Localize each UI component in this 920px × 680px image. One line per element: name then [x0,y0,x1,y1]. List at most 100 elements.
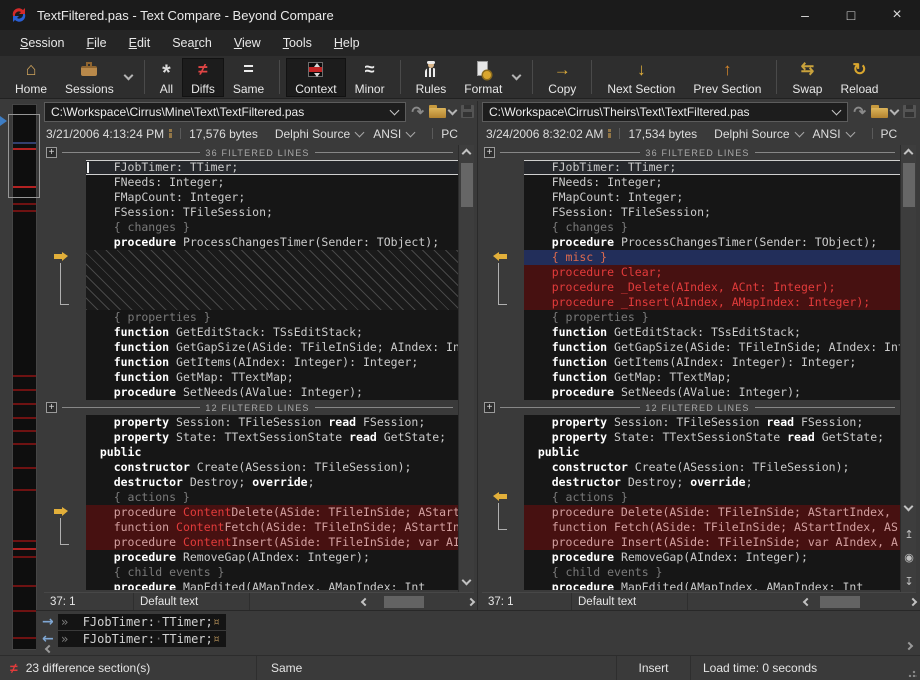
right-horizontal-scrollbar[interactable] [804,593,916,610]
code-line[interactable]: procedure ProcessChangesTimer(Sender: TO… [524,235,900,250]
code-line[interactable]: destructor Destroy; override; [86,475,458,490]
code-line[interactable]: procedure Delete(ASide: TFileInSide; ASt… [524,505,900,520]
code-line[interactable]: FMapCount: Integer; [86,190,458,205]
code-line[interactable]: FSession: TFileSession; [86,205,458,220]
encoding-select[interactable]: ANSI [373,127,401,141]
diff-mark[interactable] [13,417,36,419]
toolbar-context-button[interactable]: Context [286,58,345,97]
diff-mark[interactable] [13,403,36,405]
code-line[interactable]: procedure Insert(ASide: TFileInSide; var… [524,535,900,550]
detail-scroll-right-icon[interactable] [905,642,913,650]
code-line[interactable]: { properties } [86,310,458,325]
chevron-down-icon[interactable] [890,106,900,116]
code-line[interactable]: { changes } [524,220,900,235]
menu-item-help[interactable]: Help [323,33,371,53]
copy-section-right-arrow-icon[interactable] [54,507,69,516]
code-line[interactable]: { properties } [524,310,900,325]
diff-mark[interactable] [13,375,36,377]
left-horizontal-scrollbar[interactable] [362,593,474,610]
left-file-pane[interactable]: +36 FILTERED LINES FJobTimer: TTimer; FN… [44,145,458,592]
resize-grip[interactable] [908,668,917,677]
code-line[interactable]: property Session: TFileSession read FSes… [86,415,458,430]
diff-mark[interactable] [13,548,36,550]
code-line[interactable]: procedure _Insert(AIndex, AMapIndex: Int… [524,295,900,310]
code-line[interactable]: { actions } [86,490,458,505]
code-line[interactable]: property Session: TFileSession read FSes… [524,415,900,430]
diff-mark[interactable] [13,389,36,391]
code-line[interactable]: procedure _Delete(AIndex, ACnt: Integer)… [524,280,900,295]
viewport-rectangle[interactable] [8,114,40,198]
left-vertical-scrollbar[interactable] [458,145,474,592]
code-line[interactable]: FJobTimer: TTimer; [524,160,900,175]
scroll-down-icon[interactable] [462,576,472,586]
scrollbar-thumb[interactable] [820,596,860,608]
right-vertical-scrollbar[interactable]: ↥ ◉ ↧ [900,145,916,592]
expand-section-icon[interactable]: + [46,147,57,158]
code-line[interactable]: { changes } [86,220,458,235]
scroll-down-icon[interactable] [904,502,914,512]
jump-last-diff-icon[interactable]: ↧ [901,575,917,588]
diff-mark[interactable] [13,443,36,445]
code-line[interactable]: FNeeds: Integer; [86,175,458,190]
jump-first-diff-icon[interactable]: ↥ [901,528,917,541]
expand-section-icon[interactable]: + [46,402,57,413]
scroll-up-icon[interactable] [904,149,914,159]
code-line[interactable]: procedure MapEdited(AMapIndex, AMapIndex… [86,580,458,590]
code-line[interactable]: function GetEditStack: TSsEditStack; [524,325,900,340]
chevron-down-icon[interactable] [794,128,804,138]
code-line[interactable]: property State: TTextSessionState read G… [86,430,458,445]
code-line[interactable]: { actions } [524,490,900,505]
code-line[interactable]: procedure ContentInsert(ASide: TFileInSi… [86,535,458,550]
line-endings[interactable]: PC [441,127,458,141]
right-path-input[interactable]: C:\Workspace\Cirrus\Theirs\Text\TextFilt… [482,102,848,122]
expand-section-icon[interactable]: + [484,147,495,158]
code-line[interactable]: function ContentFetch(ASide: TFileInSide… [86,520,458,535]
code-line[interactable]: procedure RemoveGap(AIndex: Integer); [86,550,458,565]
menu-item-search[interactable]: Search [161,33,223,53]
reload-file-icon[interactable]: ↷ [411,103,424,121]
chevron-down-icon[interactable] [448,106,458,116]
code-line[interactable]: function GetMap: TTextMap; [86,370,458,385]
scroll-left-icon[interactable] [803,597,811,605]
diff-mark[interactable] [13,556,36,558]
code-line[interactable]: procedure RemoveGap(AIndex: Integer); [524,550,900,565]
minimize-button[interactable]: – [782,0,828,30]
toolbar-rules-button[interactable]: Rules [407,58,456,97]
scroll-left-icon[interactable] [361,597,369,605]
diff-mark[interactable] [13,610,36,612]
code-line[interactable]: function GetGapSize(ASide: TFileInSide; … [86,340,458,355]
overview-strip[interactable] [8,104,40,650]
browse-folder-icon[interactable] [871,105,889,119]
toolbar-home-button[interactable]: ⌂ Home [6,58,56,97]
code-line[interactable]: FJobTimer: TTimer; [86,160,458,175]
code-line[interactable]: procedure SetNeeds(AValue: Integer); [86,385,458,400]
code-line[interactable]: { misc } [524,250,900,265]
left-path-input[interactable]: C:\Workspace\Cirrus\Mine\Text\TextFilter… [44,102,406,122]
file-format-select[interactable]: Delphi Source [275,127,350,141]
code-line[interactable]: procedure ProcessChangesTimer(Sender: TO… [86,235,458,250]
code-line[interactable]: procedure MapEdited(AMapIndex, AMapIndex… [524,580,900,590]
code-line[interactable]: public [86,445,458,460]
menu-item-tools[interactable]: Tools [272,33,323,53]
code-line[interactable]: property State: TTextSessionState read G… [524,430,900,445]
code-line[interactable]: FSession: TFileSession; [524,205,900,220]
save-file-icon[interactable] [461,105,474,118]
toolbar-sessions-button[interactable]: Sessions [56,58,123,97]
chevron-down-icon[interactable] [390,106,400,116]
code-line[interactable]: { child events } [524,565,900,580]
right-file-pane[interactable]: +36 FILTERED LINES FJobTimer: TTimer; FN… [482,145,900,592]
reload-file-icon[interactable]: ↷ [853,103,866,121]
toolbar-diffs-button[interactable]: ≠ Diffs [182,58,224,97]
chevron-down-icon[interactable] [406,128,416,138]
expand-section-icon[interactable]: + [484,402,495,413]
line-detail-panel[interactable]: →» FJobTimer:·TTimer;¤←» FJobTimer:·TTim… [36,610,920,655]
format-chevron-down-icon[interactable] [512,70,522,80]
encoding-select[interactable]: ANSI [813,127,841,141]
code-line[interactable]: constructor Create(ASession: TFileSessio… [86,460,458,475]
toolbar-next-section-button[interactable]: ↓ Next Section [598,58,684,97]
diff-mark[interactable] [13,210,36,212]
code-line[interactable]: function GetGapSize(ASide: TFileInSide; … [524,340,900,355]
save-file-icon[interactable] [903,105,916,118]
browse-folder-icon[interactable] [429,105,447,119]
code-line[interactable]: function GetItems(AIndex: Integer): Inte… [524,355,900,370]
